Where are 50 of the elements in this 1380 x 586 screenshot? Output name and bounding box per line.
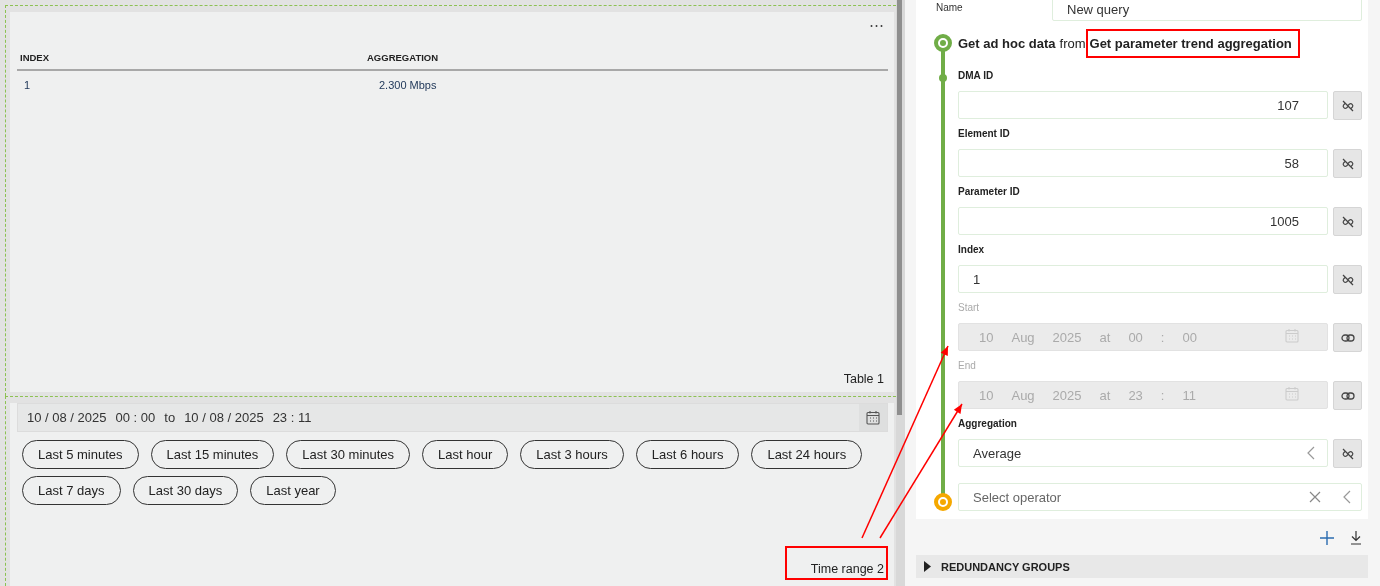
field-label: Aggregation	[958, 417, 1018, 431]
unlink-icon	[1340, 98, 1355, 113]
close-icon[interactable]	[1309, 491, 1321, 503]
number-field[interactable]: 1005	[958, 207, 1328, 235]
unlink-icon	[1340, 272, 1355, 287]
link-button[interactable]	[1333, 91, 1362, 120]
link-button[interactable]	[1333, 439, 1362, 468]
column-header: AGGREGATION	[97, 52, 888, 70]
panel-caption: Table 1	[843, 372, 884, 386]
calendar-icon	[1285, 328, 1299, 343]
number-field[interactable]: 107	[958, 91, 1328, 119]
calendar-icon	[866, 410, 880, 425]
number-field[interactable]: 58	[958, 149, 1328, 177]
panel-caption: Time range 2	[810, 562, 884, 576]
more-menu[interactable]: ⋯	[869, 18, 884, 32]
link-icon	[1340, 332, 1355, 343]
link-button[interactable]	[1333, 149, 1362, 178]
source-name[interactable]: Get parameter trend aggregation	[1089, 35, 1292, 51]
download-icon[interactable]	[1350, 531, 1362, 545]
field-label: Element ID	[958, 127, 1011, 141]
unlink-icon	[1340, 156, 1355, 171]
unlink-icon	[1340, 446, 1355, 461]
scrollbar[interactable]	[896, 0, 905, 586]
caret-icon	[924, 561, 931, 572]
table-cell: 1	[17, 70, 97, 99]
field-label: Start	[958, 301, 981, 315]
unlink-icon	[1340, 214, 1355, 229]
date-range-field[interactable]: 10 / 08 / 2025 00 : 00 to 10 / 08 / 2025 23 : 11	[17, 403, 888, 432]
name-field[interactable]: New query	[1052, 0, 1362, 21]
link-button[interactable]	[1333, 207, 1362, 236]
link-icon	[1340, 390, 1355, 401]
field-label: End	[958, 359, 977, 373]
link-button[interactable]	[1333, 265, 1362, 294]
step-connector: from	[1059, 35, 1086, 51]
table-cell: 2.300 Mbps	[97, 70, 888, 99]
field-label: Index	[958, 243, 986, 257]
calendar-button[interactable]	[859, 404, 887, 431]
field-label: DMA ID	[958, 69, 995, 83]
column-header: INDEX	[17, 52, 97, 70]
step-title: Get ad hoc data	[958, 35, 1056, 51]
chevron-icon[interactable]	[1307, 446, 1315, 460]
section-header[interactable]: REDUNDANCY GROUPS	[916, 555, 1368, 578]
field-label: Name	[935, 2, 964, 13]
add-icon[interactable]	[1320, 531, 1334, 545]
select-field[interactable]: Average	[958, 439, 1328, 467]
text-field[interactable]: 1	[958, 265, 1328, 293]
operator-select[interactable]: Select operator	[958, 483, 1362, 511]
chevron-icon[interactable]	[1343, 490, 1351, 504]
field-label: Parameter ID	[958, 185, 1021, 199]
calendar-icon	[1285, 386, 1299, 401]
